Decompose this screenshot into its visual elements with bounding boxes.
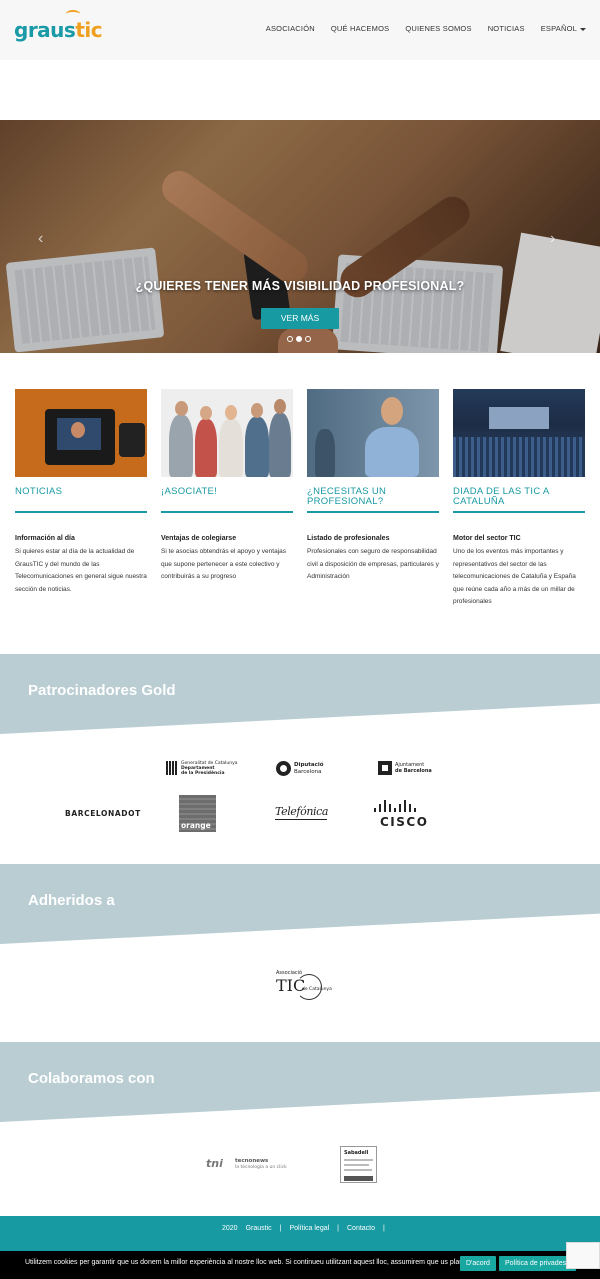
slider-dot[interactable] (287, 336, 293, 342)
card-subtitle: Listado de profesionales (307, 535, 390, 542)
logo[interactable]: graustic (14, 18, 103, 42)
card-title[interactable]: ¡ASOCIATE! (161, 487, 293, 507)
generalitat-line3: de la Presidència (181, 771, 225, 776)
card-text: Si te asocias obtendrás el apoyo y venta… (161, 548, 287, 580)
footer-links: 2020 Graustic | Política legal | Contact… (222, 1225, 385, 1232)
main-nav: ASOCIACIÓN QUÉ HACEMOS QUIENES SOMOS NOT… (266, 24, 586, 33)
card-text: Profesionales con seguro de responsabili… (307, 548, 439, 580)
footer-legal-link[interactable]: Política legal (289, 1225, 329, 1232)
tni-text: tni (206, 1157, 223, 1170)
slider-prev-icon[interactable]: ‹ (38, 230, 43, 248)
assoc-line3: de Catalunya (302, 987, 332, 992)
cookie-accept-button[interactable]: D'acord (460, 1256, 496, 1271)
section-title-colaboramos: Colaboramos con (28, 1070, 155, 1087)
site-header: graustic ASOCIACIÓN QUÉ HACEMOS QUIENES … (0, 0, 600, 60)
cookie-text: Utilitzem cookies per garantir que us do… (25, 1259, 466, 1266)
card-image-professional[interactable] (307, 389, 439, 477)
diputacio-line1: Diputació (294, 762, 324, 768)
card-noticias: NOTICIAS Información al día Si quieres e… (15, 389, 147, 596)
card-text: Si quieres estar al día de la actualidad… (15, 548, 147, 593)
nav-item-noticias[interactable]: NOTICIAS (488, 24, 525, 33)
logo-signal-icon (66, 10, 80, 18)
hero-cta-button[interactable]: VER MÁS (261, 308, 339, 329)
slider-dot-active[interactable] (296, 336, 302, 342)
nav-item-que-hacemos[interactable]: QUÉ HACEMOS (331, 24, 389, 33)
ajuntament-line2: de Barcelona (395, 768, 432, 774)
slider-dots (287, 336, 311, 342)
card-text: Uno de los eventos más importantes y rep… (453, 548, 576, 605)
logo-orange[interactable]: orange (179, 795, 216, 832)
card-title[interactable]: DIADA DE LAS TIC A CATALUÑA (453, 487, 585, 507)
orange-text: orange (181, 821, 211, 830)
nav-item-language[interactable]: ESPAÑOL (541, 24, 586, 33)
telefonica-text: Telefónica (275, 805, 329, 818)
sabadell-text: Sabadell (344, 1150, 369, 1156)
card-subtitle: Información al día (15, 535, 75, 542)
footer-contact-link[interactable]: Contacto (347, 1225, 375, 1232)
language-label: ESPAÑOL (540, 24, 577, 33)
nav-item-quienes-somos[interactable]: QUIENES SOMOS (405, 24, 471, 33)
logo-cisco[interactable]: CISCO (374, 800, 430, 829)
logo-associacio-tic[interactable]: Associació TIC de Catalunya (276, 970, 332, 1004)
logo-telefonica[interactable]: Telefónica (275, 805, 329, 820)
card-profesional: ¿NECESITAS UN PROFESIONAL? Listado de pr… (307, 389, 439, 584)
recaptcha-badge[interactable] (566, 1242, 600, 1269)
logo-text-tic: tic (75, 18, 103, 42)
footer-separator: | (279, 1225, 282, 1232)
card-asociate: ¡ASOCIATE! Ventajas de colegiarse Si te … (161, 389, 293, 584)
cisco-text: CISCO (380, 815, 429, 829)
card-title[interactable]: ¿NECESITAS UN PROFESIONAL? (307, 487, 439, 507)
footer-brand[interactable]: Graustic (246, 1225, 272, 1232)
card-image-conference[interactable] (453, 389, 585, 477)
diputacio-line2: Barcelona (294, 769, 322, 775)
footer-separator: | (337, 1225, 339, 1232)
card-image-team[interactable] (161, 389, 293, 477)
card-subtitle: Ventajas de colegiarse (161, 535, 237, 542)
logo-text-graus: graus (14, 18, 76, 42)
nav-item-asociacion[interactable]: ASOCIACIÓN (266, 24, 315, 33)
section-title-sponsors: Patrocinadores Gold (28, 682, 176, 699)
section-title-adheridos: Adheridos a (28, 892, 115, 909)
footer-separator: | (383, 1225, 385, 1232)
card-subtitle: Motor del sector TIC (453, 535, 521, 542)
hero-title: ¿QUIERES TENER MÁS VISIBILIDAD PROFESION… (135, 279, 465, 293)
cisco-bars-icon (374, 800, 430, 812)
caret-down-icon (580, 27, 586, 31)
logo-sabadell[interactable]: Sabadell (340, 1146, 377, 1183)
cookie-privacy-button[interactable]: Política de privadesa (499, 1256, 576, 1271)
footer-year: 2020 (222, 1225, 238, 1232)
slider-dot[interactable] (305, 336, 311, 342)
tecnonews-tagline: la tecnología a un click (235, 1165, 287, 1170)
logo-barcelonadot[interactable]: BARCELONADOT (65, 809, 141, 818)
card-diada: DIADA DE LAS TIC A CATALUÑA Motor del se… (453, 389, 585, 609)
card-title[interactable]: NOTICIAS (15, 487, 147, 507)
tecnonews-text: tecnonews (235, 1158, 269, 1164)
slider-next-icon[interactable]: › (550, 230, 555, 248)
card-image-camera[interactable] (15, 389, 147, 477)
